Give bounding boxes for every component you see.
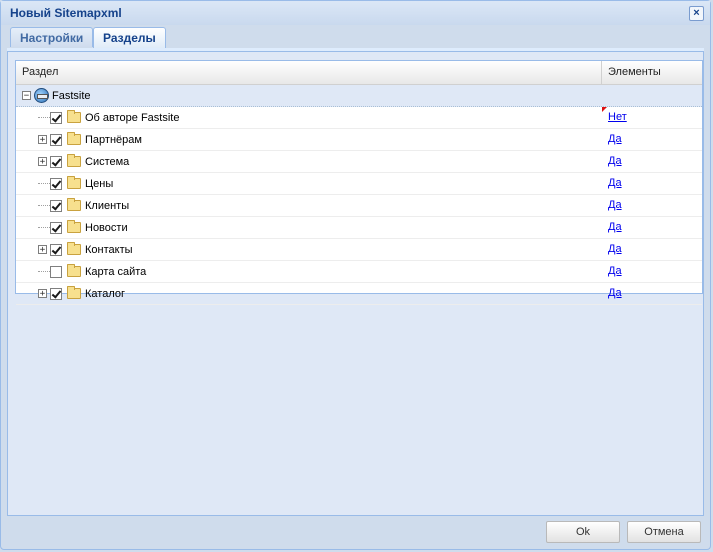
section-checkbox[interactable] — [50, 265, 62, 278]
tree-row[interactable]: Клиенты Да — [16, 195, 702, 217]
section-checkbox[interactable] — [50, 177, 62, 190]
elements-toggle-link[interactable]: Да — [608, 243, 622, 255]
section-label: Цены — [85, 177, 114, 190]
elements-toggle-link[interactable]: Да — [608, 133, 622, 145]
plus-icon[interactable]: + — [38, 135, 47, 145]
tree-node: + Система — [38, 151, 129, 172]
section-label: Каталог — [85, 287, 125, 300]
tab-settings[interactable]: Настройки — [10, 27, 94, 47]
folder-icon — [67, 110, 81, 123]
folder-icon — [67, 286, 81, 299]
section-checkbox[interactable] — [50, 133, 62, 146]
elements-toggle-link[interactable]: Нет — [608, 111, 627, 123]
plus-icon[interactable]: + — [38, 289, 47, 299]
ok-button[interactable]: Ok — [546, 521, 620, 543]
tab-sections[interactable]: Разделы — [93, 27, 166, 49]
tree-root-row[interactable]: − Fastsite — [16, 85, 702, 107]
folder-icon — [67, 220, 81, 233]
tree-row[interactable]: Новости Да — [16, 217, 702, 239]
elements-toggle-link[interactable]: Да — [608, 265, 622, 277]
elements-toggle-link[interactable]: Да — [608, 177, 622, 189]
column-header-section[interactable]: Раздел — [16, 61, 602, 84]
section-label: Клиенты — [85, 199, 130, 212]
tree-node: Карта сайта — [38, 261, 146, 282]
grid-body: − Fastsite Об авторе Fastsite Нет + Партнёр… — [16, 85, 702, 305]
tree-node: Клиенты — [38, 195, 129, 216]
tree-node: + Контакты — [38, 239, 133, 260]
tab-bar: Настройки Разделы — [7, 26, 704, 49]
elements-toggle-link[interactable]: Да — [608, 155, 622, 167]
plus-icon[interactable]: + — [38, 245, 47, 255]
tree-row[interactable]: + Каталог Да — [16, 283, 702, 305]
tree-root-label: Fastsite — [52, 89, 91, 102]
tree-row[interactable]: + Система Да — [16, 151, 702, 173]
tree-row[interactable]: Об авторе Fastsite Нет — [16, 107, 702, 129]
tree-connector — [38, 204, 50, 207]
section-checkbox[interactable] — [50, 243, 62, 256]
section-checkbox[interactable] — [50, 199, 62, 212]
tree-connector — [38, 270, 50, 273]
folder-icon — [67, 198, 81, 211]
elements-toggle-link[interactable]: Да — [608, 199, 622, 211]
tree-row[interactable]: + Контакты Да — [16, 239, 702, 261]
cancel-button[interactable]: Отмена — [627, 521, 701, 543]
folder-icon — [67, 242, 81, 255]
sections-tree-grid: Раздел Элементы − Fastsite Об авторе Fas… — [15, 60, 703, 305]
tree-row[interactable]: Цены Да — [16, 173, 702, 195]
tree-node: Об авторе Fastsite — [38, 107, 179, 128]
column-header-elements[interactable]: Элементы — [602, 61, 702, 84]
grid-header: Раздел Элементы — [16, 61, 702, 85]
tree-node: + Каталог — [38, 283, 125, 304]
section-label: Об авторе Fastsite — [85, 111, 180, 124]
tree-node: Цены — [38, 173, 113, 194]
section-label: Карта сайта — [85, 265, 147, 278]
tree-row[interactable]: + Партнёрам Да — [16, 129, 702, 151]
title-bar[interactable]: Новый Sitemapxml × — [1, 1, 710, 25]
tree-connector — [38, 182, 50, 185]
section-checkbox[interactable] — [50, 221, 62, 234]
section-checkbox[interactable] — [50, 287, 62, 300]
tree-connector — [38, 226, 50, 229]
section-label: Новости — [85, 221, 128, 234]
minus-icon[interactable]: − — [22, 91, 31, 101]
window-title: Новый Sitemapxml — [10, 6, 122, 20]
dialog-footer: Ok Отмена — [7, 516, 704, 548]
close-icon[interactable]: × — [689, 6, 704, 21]
plus-icon[interactable]: + — [38, 157, 47, 167]
tree-root-node: − Fastsite — [22, 85, 91, 106]
section-label: Контакты — [85, 243, 133, 256]
elements-toggle-link[interactable]: Да — [608, 287, 622, 299]
folder-icon — [67, 154, 81, 167]
tree-node: + Партнёрам — [38, 129, 142, 150]
folder-icon — [67, 132, 81, 145]
sitemap-dialog: Новый Sitemapxml × Настройки Разделы Раз… — [0, 0, 711, 550]
tree-connector — [38, 116, 50, 119]
section-label: Партнёрам — [85, 133, 142, 146]
tree-node: Новости — [38, 217, 128, 238]
elements-toggle-link[interactable]: Да — [608, 221, 622, 233]
site-icon — [34, 88, 49, 103]
folder-icon — [67, 264, 81, 277]
section-checkbox[interactable] — [50, 111, 62, 124]
section-checkbox[interactable] — [50, 155, 62, 168]
folder-icon — [67, 176, 81, 189]
tree-row[interactable]: Карта сайта Да — [16, 261, 702, 283]
sections-panel: Раздел Элементы − Fastsite Об авторе Fas… — [7, 52, 704, 516]
section-label: Система — [85, 155, 130, 168]
modified-marker — [602, 107, 607, 112]
